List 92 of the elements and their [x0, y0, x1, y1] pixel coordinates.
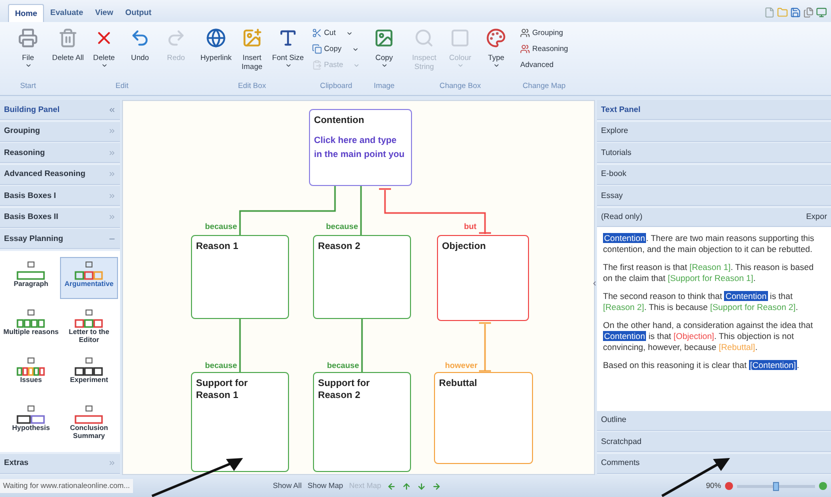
map-node[interactable]: Reason 2 — [313, 235, 411, 319]
palette-icon — [486, 28, 506, 48]
expand-icon[interactable] — [108, 148, 116, 156]
undo-icon — [130, 28, 150, 48]
node-title: Support for Reason 1 — [196, 378, 249, 402]
square-icon — [450, 28, 470, 48]
diagram-icon — [16, 260, 46, 280]
expand-icon[interactable] — [108, 170, 116, 178]
globe-icon — [206, 28, 226, 48]
map-node[interactable]: Objection — [437, 235, 529, 321]
node-text: Click here and type in the main point you — [314, 134, 406, 161]
trash-icon — [58, 28, 78, 48]
annotation-arrow — [660, 455, 732, 497]
panel-header[interactable]: Essay — [597, 186, 831, 206]
ribbon-tab[interactable]: Home — [8, 4, 44, 22]
expand-icon[interactable] — [108, 459, 116, 467]
files-icon[interactable] — [803, 7, 814, 18]
panel-header[interactable]: Essay Planning — [0, 229, 120, 249]
essay-paragraph: Contention. There are two main reasons supporting this contention, and the main objection to it can be rebutted. — [603, 232, 816, 254]
image-icon — [374, 28, 394, 48]
copy-icon — [312, 44, 322, 54]
diagram-icon — [16, 356, 46, 376]
diagram-icon — [74, 356, 104, 376]
arrow-down-icon[interactable] — [417, 482, 426, 490]
collapse-icon[interactable] — [108, 106, 116, 114]
link-label: because — [326, 221, 358, 233]
panel-header[interactable]: Extras — [0, 454, 120, 474]
printer-icon — [18, 28, 38, 48]
link-label: however — [445, 360, 478, 372]
panel-header[interactable]: Outline — [597, 410, 831, 430]
diagram-icon — [74, 308, 104, 328]
link-label: because — [205, 221, 238, 233]
paste-icon — [312, 60, 322, 70]
essay-paragraph: Based on this reasoning it is clear that [Contention]. — [603, 360, 800, 370]
expand-icon[interactable] — [108, 127, 116, 135]
panel-header[interactable]: Building Panel — [0, 100, 120, 120]
panel-header[interactable]: Reasoning — [0, 143, 120, 163]
scissors-icon — [312, 28, 322, 38]
link-label: because — [205, 360, 238, 372]
expand-icon[interactable] — [108, 213, 116, 221]
diagram-icon — [16, 308, 46, 328]
map-node[interactable]: Support for Reason 2 — [313, 372, 411, 472]
ribbon-tab[interactable]: Evaluate — [44, 4, 90, 22]
map-node[interactable]: Rebuttal — [434, 372, 533, 464]
new-file-icon[interactable] — [764, 7, 775, 18]
ribbon-tab[interactable]: View — [89, 4, 120, 22]
map-node[interactable]: Reason 1 — [191, 235, 289, 319]
users-icon — [520, 28, 530, 38]
essay-paragraph: The first reason is that [Reason 1]. This reason is based on the claim that [Support for Reason 1]. — [603, 262, 815, 284]
node-title: Reason 2 — [318, 241, 362, 253]
node-title: Contention — [314, 115, 366, 127]
map-node[interactable]: Support for Reason 1 — [191, 372, 289, 472]
node-title: Reason 1 — [196, 241, 240, 253]
essay-paragraph: The second reason to think that Contention is that [Reason 2]. This is because [Support for Reason 2]. — [603, 290, 800, 312]
save-icon[interactable] — [790, 7, 801, 18]
panel-header[interactable]: Tutorials — [597, 143, 831, 163]
panel-header[interactable]: Comments — [597, 454, 831, 474]
diagram-icon — [74, 260, 104, 280]
arrow-up-icon[interactable] — [402, 482, 412, 490]
panel-header[interactable]: Basis Boxes II — [0, 208, 120, 228]
slider-thumb[interactable] — [773, 482, 779, 490]
font-icon — [278, 28, 298, 48]
redo-icon — [166, 28, 186, 48]
essay-paragraph: On the other hand, a consideration against the idea that Contention is that [Objection]. This objection is not convincing, however, because [Rebuttal]. — [603, 320, 814, 352]
ribbon-tab[interactable]: Output — [119, 4, 158, 22]
arrow-right-icon[interactable] — [432, 482, 442, 490]
users-icon — [520, 44, 530, 54]
panel-header[interactable]: Scratchpad — [597, 432, 831, 452]
panel-header[interactable]: Explore — [597, 122, 831, 142]
link-label: but — [464, 221, 476, 233]
panel-header[interactable]: E-book — [597, 164, 831, 184]
diagram-icon — [74, 404, 104, 424]
node-title: Support for Reason 2 — [318, 378, 371, 402]
panel-header[interactable]: Grouping — [0, 122, 120, 142]
monitor-icon[interactable] — [816, 7, 827, 18]
node-title: Rebuttal — [439, 378, 478, 390]
node-title: Objection — [442, 241, 487, 253]
panel-header[interactable]: Basis Boxes I — [0, 186, 120, 206]
arrow-left-icon[interactable] — [387, 482, 396, 490]
zoom-in-icon[interactable] — [819, 482, 827, 490]
collapse-icon[interactable] — [591, 280, 598, 287]
zoom-out-icon[interactable] — [725, 482, 733, 490]
export-button[interactable]: Expor — [806, 210, 827, 222]
diagram-icon — [16, 404, 46, 424]
map-node[interactable]: Contention Click here and type in the main point you — [309, 109, 412, 186]
image-icon — [242, 28, 262, 48]
panel-header[interactable]: Text Panel — [597, 100, 831, 120]
link-label: because — [327, 360, 360, 372]
expand-icon[interactable] — [108, 192, 116, 200]
panel-header[interactable]: Advanced Reasoning — [0, 164, 120, 184]
mode-label: (Read only) — [601, 210, 642, 222]
search-icon — [414, 28, 434, 48]
